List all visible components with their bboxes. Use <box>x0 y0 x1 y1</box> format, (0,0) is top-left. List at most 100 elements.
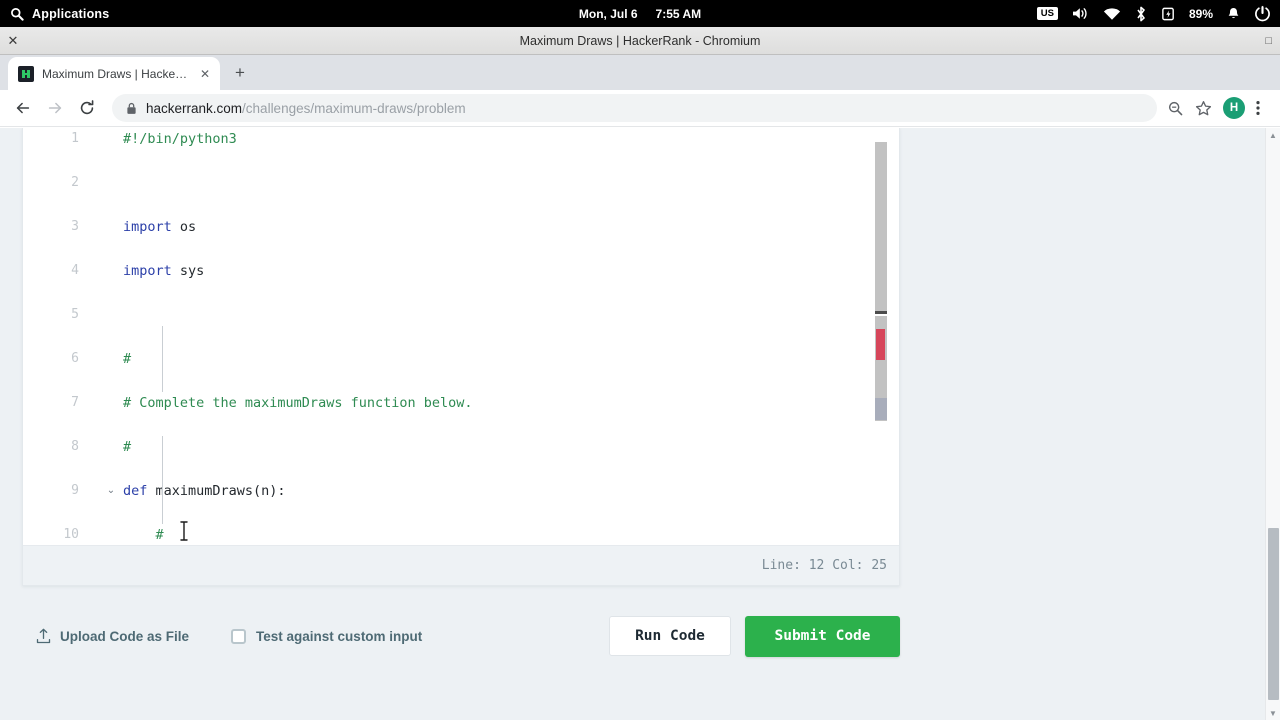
zoom-search-icon[interactable] <box>1167 100 1184 117</box>
editor-action-bar: Upload Code as File Test against custom … <box>22 605 900 667</box>
scroll-down-arrow-icon[interactable]: ▼ <box>1266 706 1280 720</box>
code-token: import <box>123 263 172 279</box>
custom-input-toggle[interactable]: Test against custom input <box>231 628 423 644</box>
page-viewport: ▾ 1#!/bin/python323import os4import sys5… <box>0 128 1280 720</box>
line-number: 4 <box>71 263 79 278</box>
volume-icon[interactable] <box>1071 6 1090 21</box>
code-token: import <box>123 219 172 235</box>
custom-input-label: Test against custom input <box>256 628 423 644</box>
reload-icon[interactable] <box>72 93 102 123</box>
code-token: os <box>171 219 197 235</box>
code-line[interactable]: 8 # <box>23 436 899 458</box>
code-token: def <box>123 483 148 499</box>
code-token: # Complete the maximumDraws function bel… <box>123 395 473 411</box>
code-token: sys <box>171 263 205 279</box>
code-text: def maximumDraws(n): <box>123 480 286 502</box>
line-number: 9 <box>71 483 79 498</box>
code-text: # Complete the maximumDraws function bel… <box>123 392 473 414</box>
hackerrank-favicon <box>18 65 34 82</box>
code-line[interactable]: 10 # <box>23 524 899 545</box>
code-line[interactable]: 7 # Complete the maximumDraws function be… <box>23 392 899 414</box>
indent-guide <box>162 436 163 524</box>
run-code-button[interactable]: Run Code <box>609 616 731 656</box>
address-bar[interactable]: hackerrank.com/challenges/maximum-draws/… <box>112 94 1157 122</box>
submit-actions: Run Code Submit Code <box>609 615 900 657</box>
new-tab-button[interactable]: + <box>226 59 254 87</box>
browser-toolbar: hackerrank.com/challenges/maximum-draws/… <box>0 90 1280 127</box>
line-number: 8 <box>71 439 79 454</box>
system-tray: US 89% <box>1036 5 1280 22</box>
editor-active-line-marker <box>875 398 887 420</box>
address-bar-url: hackerrank.com/challenges/maximum-draws/… <box>146 101 466 116</box>
custom-input-checkbox[interactable] <box>231 628 247 644</box>
line-col-indicator: Line: 12 Col: 25 <box>761 558 887 573</box>
code-line[interactable]: 6 # <box>23 348 899 370</box>
line-number: 7 <box>71 395 79 410</box>
editor-status-bar: Line: 12 Col: 25 <box>23 545 899 585</box>
scroll-up-arrow-icon[interactable]: ▲ <box>1266 128 1280 142</box>
editor-error-marker <box>876 329 885 360</box>
tab-close-icon[interactable]: ✕ <box>198 67 212 81</box>
battery-percent: 89% <box>1188 6 1213 21</box>
tab-strip: Maximum Draws | HackerRank ✕ + <box>0 55 1280 90</box>
code-text: #!/bin/python3 <box>123 128 237 150</box>
star-icon[interactable] <box>1195 100 1212 117</box>
keyboard-layout-indicator[interactable]: US <box>1036 7 1058 20</box>
line-number: 3 <box>71 219 79 234</box>
line-number: 2 <box>71 175 79 190</box>
battery-icon[interactable] <box>1161 7 1176 21</box>
code-token: # <box>123 351 132 367</box>
code-text: # <box>123 524 164 545</box>
toolbar-right-actions: H <box>1167 97 1272 119</box>
editor-scroll-marker <box>875 311 887 314</box>
page-scrollbar-thumb[interactable] <box>1268 528 1279 700</box>
upload-code-label: Upload Code as File <box>60 628 190 644</box>
clock-time: 7:55 AM <box>655 6 702 21</box>
fold-chevron-icon[interactable]: ⌄ <box>105 480 117 502</box>
code-text: import sys <box>123 260 204 282</box>
code-editor-content[interactable]: 1 #!/bin/python3 2 3 import os 4 import sys 5 6 #… <box>23 128 899 545</box>
code-text: import os <box>123 216 196 238</box>
tab-title: Maximum Draws | HackerRank <box>42 66 190 81</box>
submit-code-button[interactable]: Submit Code <box>745 615 900 657</box>
search-icon[interactable] <box>10 7 24 21</box>
code-line[interactable]: 4 import sys <box>23 260 899 282</box>
power-icon[interactable] <box>1254 5 1271 22</box>
forward-arrow-icon[interactable] <box>40 93 70 123</box>
code-lines[interactable]: 1 #!/bin/python3 2 3 import os 4 import sys 5 6 #… <box>23 128 899 543</box>
code-line[interactable]: 3 import os <box>23 216 899 238</box>
code-token: # <box>123 439 132 455</box>
window-title: Maximum Draws | HackerRank - Chromium <box>519 33 761 48</box>
code-line[interactable]: 2 <box>23 172 899 194</box>
kebab-menu-icon[interactable] <box>1256 100 1270 116</box>
os-top-panel: Applications Mon, Jul 6 7:55 AM US 89% <box>0 0 1280 27</box>
code-line[interactable]: 5 <box>23 304 899 326</box>
code-token: # <box>123 527 164 543</box>
indent-guide <box>162 326 163 392</box>
wifi-icon[interactable] <box>1103 7 1121 21</box>
page-scrollbar[interactable]: ▲ ▼ <box>1265 128 1280 720</box>
line-number: 5 <box>71 307 79 322</box>
code-line[interactable]: 1 #!/bin/python3 <box>23 128 899 150</box>
clock-date: Mon, Jul 6 <box>578 6 638 21</box>
applications-menu[interactable]: Applications <box>0 7 109 21</box>
code-token: maximumDraws(n): <box>147 483 286 499</box>
applications-label: Applications <box>32 6 110 21</box>
code-text: # <box>123 436 131 458</box>
upload-icon <box>36 628 51 644</box>
browser-tab[interactable]: Maximum Draws | HackerRank ✕ <box>8 57 220 90</box>
avatar[interactable]: H <box>1223 97 1245 119</box>
line-number: 10 <box>63 527 79 542</box>
code-editor-panel: 1 #!/bin/python3 2 3 import os 4 import sys 5 6 #… <box>22 128 900 586</box>
bell-icon[interactable] <box>1226 6 1241 22</box>
url-path: /challenges/maximum-draws/problem <box>242 100 466 116</box>
editor-scrollbar[interactable] <box>875 141 887 545</box>
bluetooth-icon[interactable] <box>1134 6 1148 22</box>
editor-scrollbar-thumb[interactable] <box>875 142 887 312</box>
line-number: 1 <box>71 131 79 146</box>
code-token: #!/bin/python3 <box>123 131 237 147</box>
upload-code-button[interactable]: Upload Code as File <box>36 628 189 644</box>
code-line[interactable]: 9 ⌄ def maximumDraws(n): <box>23 480 899 502</box>
back-arrow-icon[interactable] <box>8 93 38 123</box>
window-titlebar: ✕ Maximum Draws | HackerRank - Chromium … <box>0 27 1280 55</box>
